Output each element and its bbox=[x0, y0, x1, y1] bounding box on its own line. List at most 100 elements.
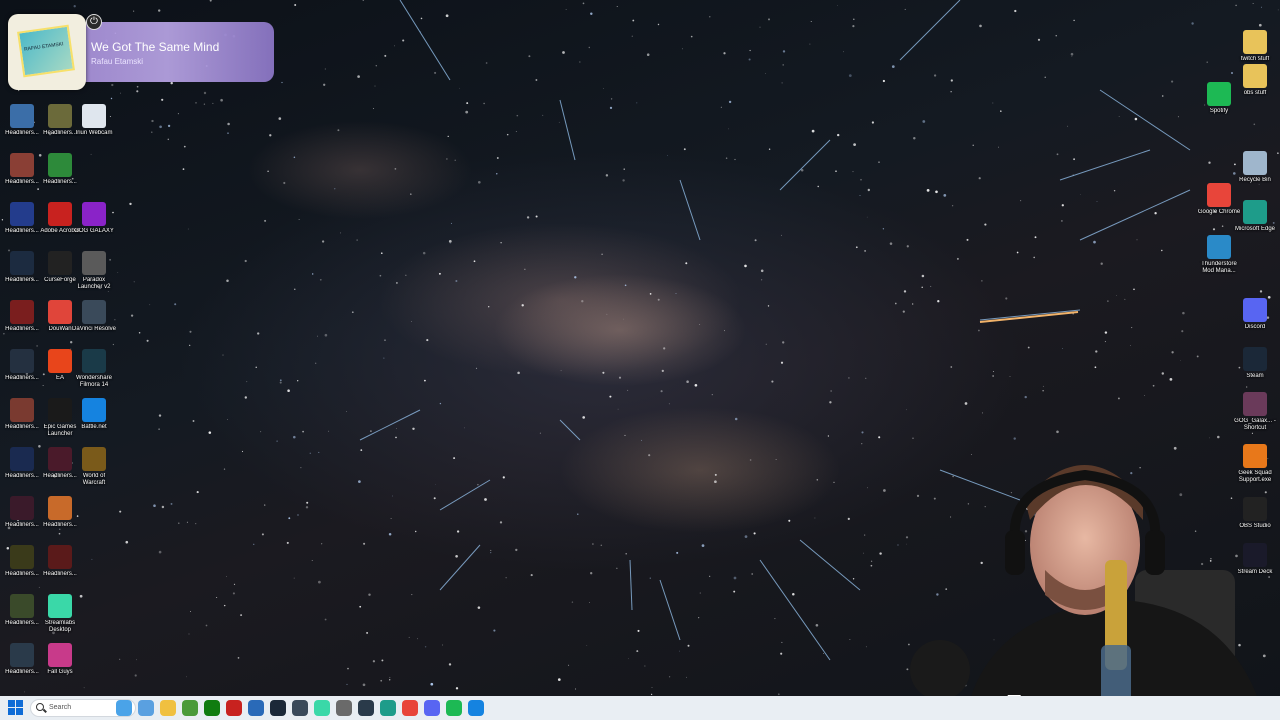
star bbox=[853, 143, 856, 146]
star bbox=[748, 58, 751, 61]
star bbox=[455, 554, 458, 558]
desktop-icon[interactable]: World of Warcraft bbox=[72, 447, 116, 487]
desktop-icon[interactable]: Paradox Launcher v2 bbox=[72, 251, 116, 291]
desktop-icon[interactable]: DaVinci Resolve bbox=[72, 300, 116, 333]
desktop-icon[interactable]: Thunderstore Mod Mana... bbox=[1197, 235, 1241, 275]
desktop-icon-label: Fall Guys bbox=[47, 669, 73, 675]
search-placeholder: Search bbox=[49, 704, 72, 711]
star bbox=[984, 223, 987, 226]
desktop-icon[interactable]: obs stuff bbox=[1233, 64, 1277, 97]
taskbar: Search bbox=[0, 696, 1280, 720]
star bbox=[1180, 360, 1181, 361]
steam-icon[interactable] bbox=[270, 700, 286, 716]
desktop-icon[interactable]: Streamlabs Desktop bbox=[38, 594, 82, 634]
desktop-icon[interactable]: Battle.net bbox=[72, 398, 116, 431]
davinci-icon[interactable] bbox=[292, 700, 308, 716]
star bbox=[302, 430, 304, 433]
battlenet-icon[interactable] bbox=[468, 700, 484, 716]
star bbox=[244, 259, 247, 263]
desktop-icon[interactable]: GOG_Galax... - Shortcut bbox=[1233, 392, 1277, 432]
meteor-streak bbox=[899, 0, 961, 61]
star bbox=[297, 380, 299, 382]
star bbox=[675, 292, 677, 294]
star bbox=[255, 366, 257, 368]
star bbox=[1042, 390, 1044, 392]
desktop-icon[interactable]: Wondershare Filmora 14 bbox=[72, 349, 116, 389]
paradox-icon[interactable] bbox=[336, 700, 352, 716]
start-button[interactable] bbox=[8, 700, 24, 716]
desktop-icon[interactable]: Recycle Bin bbox=[1233, 151, 1277, 184]
widgets-icon[interactable] bbox=[116, 700, 132, 716]
star bbox=[592, 543, 594, 545]
streamlabs-icon[interactable] bbox=[314, 700, 330, 716]
minecraft-icon[interactable] bbox=[182, 700, 198, 716]
desktop-icon-label: Spotify bbox=[1209, 108, 1229, 114]
meteor-streak bbox=[779, 139, 831, 191]
star bbox=[780, 361, 784, 364]
star bbox=[848, 377, 850, 379]
star bbox=[36, 345, 38, 347]
file-explorer-icon[interactable] bbox=[160, 700, 176, 716]
star bbox=[90, 153, 92, 155]
desktop-icon[interactable]: Steam bbox=[1233, 347, 1277, 380]
star bbox=[733, 576, 737, 580]
star bbox=[760, 269, 764, 273]
acrobat-icon[interactable] bbox=[226, 700, 242, 716]
star bbox=[1061, 220, 1063, 222]
star bbox=[714, 473, 717, 476]
desktop-icon[interactable]: Microsoft Edge bbox=[1233, 200, 1277, 233]
star bbox=[1161, 95, 1164, 97]
discord-icon[interactable] bbox=[424, 700, 440, 716]
star bbox=[879, 552, 882, 555]
chrome-icon[interactable] bbox=[402, 700, 418, 716]
star bbox=[475, 367, 478, 369]
star bbox=[686, 380, 689, 383]
now-playing-widget[interactable]: RAFAU ETAMSKI ⏻ We Got The Same Mind Raf… bbox=[8, 14, 274, 90]
star bbox=[485, 62, 488, 64]
desktop-icon-label: Streamlabs Desktop bbox=[44, 620, 76, 633]
star bbox=[1096, 201, 1098, 202]
desktop-icon[interactable]: twitch stuff bbox=[1233, 30, 1277, 63]
meteor-streak bbox=[439, 479, 491, 511]
power-icon[interactable]: ⏻ bbox=[86, 14, 102, 30]
app-icon bbox=[48, 104, 72, 128]
star bbox=[388, 533, 392, 536]
star bbox=[379, 274, 382, 277]
edge-icon[interactable] bbox=[380, 700, 396, 716]
star bbox=[617, 408, 619, 410]
desktop-icon[interactable]: GOG GALAXY bbox=[72, 202, 116, 235]
desktop-icon[interactable]: Headliners... bbox=[38, 496, 82, 529]
star bbox=[1014, 9, 1017, 13]
star bbox=[293, 577, 295, 579]
star bbox=[455, 279, 458, 283]
star bbox=[167, 124, 171, 128]
star bbox=[305, 506, 309, 509]
app-icon bbox=[10, 104, 34, 128]
star bbox=[882, 228, 885, 230]
meteor-streak bbox=[979, 311, 1079, 323]
star bbox=[287, 389, 290, 392]
desktop-icon[interactable]: Fall Guys bbox=[38, 643, 82, 676]
star bbox=[668, 403, 670, 405]
star bbox=[1196, 355, 1199, 358]
desktop-icon[interactable]: Discord bbox=[1233, 298, 1277, 331]
xbox-icon[interactable] bbox=[204, 700, 220, 716]
steam2-icon[interactable] bbox=[358, 700, 374, 716]
star bbox=[694, 383, 698, 387]
star bbox=[657, 23, 660, 26]
star bbox=[1173, 446, 1177, 450]
spotify-icon[interactable] bbox=[446, 700, 462, 716]
star bbox=[340, 232, 342, 234]
star bbox=[196, 491, 199, 494]
star bbox=[625, 553, 627, 555]
star bbox=[863, 552, 864, 554]
store-icon[interactable] bbox=[248, 700, 264, 716]
star bbox=[699, 592, 701, 594]
star bbox=[278, 117, 282, 120]
star bbox=[871, 121, 875, 124]
copilot-icon[interactable] bbox=[138, 700, 154, 716]
app-icon bbox=[10, 447, 34, 471]
desktop-icon[interactable]: Headliners... bbox=[38, 545, 82, 578]
desktop-icon[interactable]: Iriun Webcam bbox=[72, 104, 116, 137]
desktop-icon[interactable]: Headliners... bbox=[38, 153, 82, 186]
